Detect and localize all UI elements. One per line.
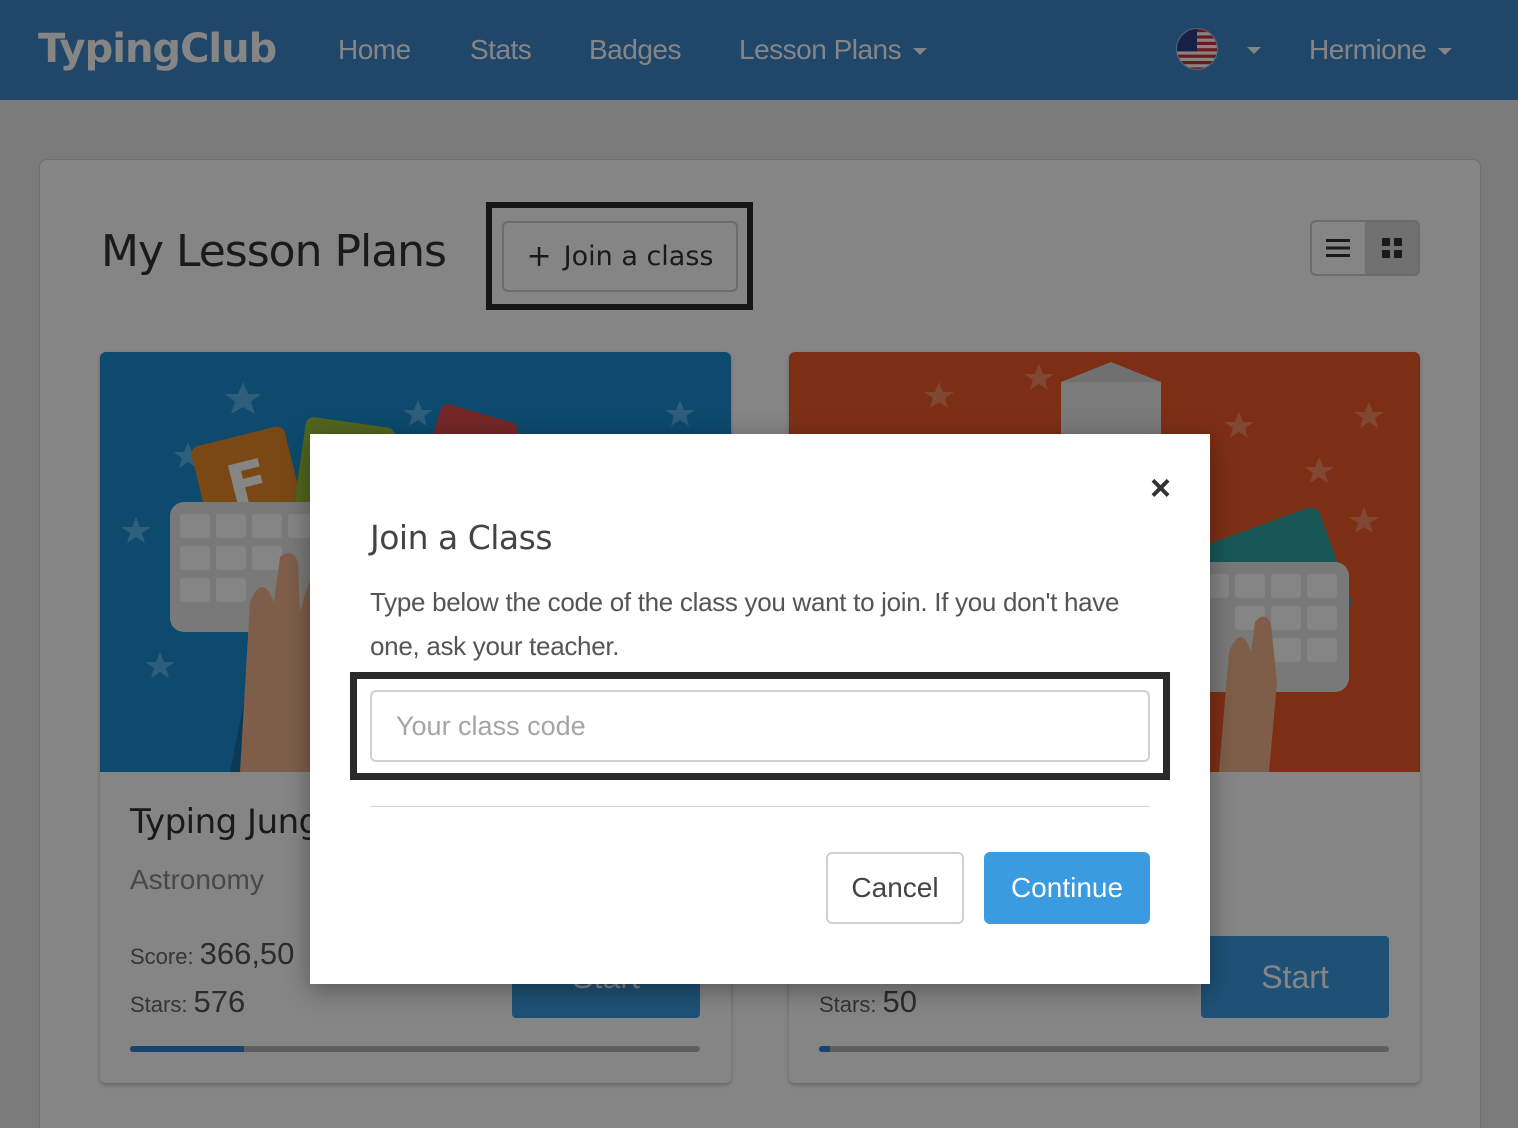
continue-button[interactable]: Continue (984, 852, 1150, 924)
modal-divider (370, 806, 1150, 807)
close-icon[interactable]: × (1150, 470, 1171, 506)
join-class-modal: × Join a Class Type below the code of th… (310, 434, 1210, 984)
class-code-input[interactable] (370, 690, 1150, 762)
modal-title: Join a Class (370, 518, 553, 557)
modal-description: Type below the code of the class you wan… (370, 587, 1120, 661)
cancel-button[interactable]: Cancel (826, 852, 964, 924)
